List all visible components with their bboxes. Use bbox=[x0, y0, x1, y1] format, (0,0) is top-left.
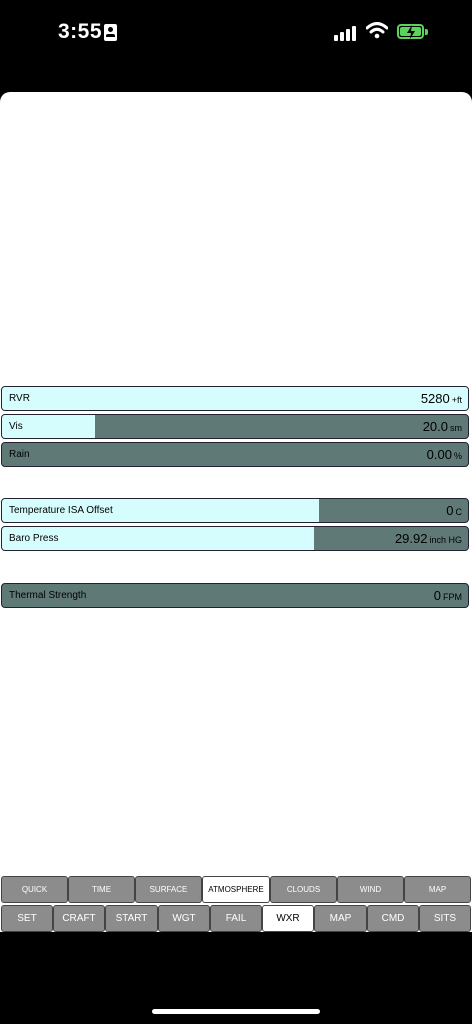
value-number: 20.0 bbox=[422, 419, 448, 434]
maintab-craft[interactable]: CRAFT bbox=[53, 905, 105, 932]
maintab-set[interactable]: SET bbox=[1, 905, 53, 932]
maintab-wxr[interactable]: WXR bbox=[262, 905, 314, 932]
home-indicator bbox=[152, 1009, 320, 1014]
subtab-surface[interactable]: SURFACE bbox=[135, 876, 202, 903]
status-bar: 3:55 bbox=[0, 0, 472, 92]
temperature-isa-offset-row[interactable]: Temperature ISA Offset 0 C bbox=[1, 498, 469, 523]
row-value: 29.92 inch HG bbox=[395, 531, 462, 546]
row-label: Temperature ISA Offset bbox=[9, 505, 113, 516]
maintab-sits[interactable]: SITS bbox=[419, 905, 471, 932]
row-label: Baro Press bbox=[9, 533, 59, 544]
value-unit: +ft bbox=[451, 395, 462, 405]
wifi-icon bbox=[366, 22, 388, 39]
row-label: Thermal Strength bbox=[9, 590, 87, 601]
value-number: 29.92 bbox=[394, 531, 428, 546]
value-unit: FPM bbox=[443, 592, 462, 602]
baro-press-row[interactable]: Baro Press 29.92 inch HG bbox=[1, 526, 469, 551]
row-label: Rain bbox=[9, 449, 30, 460]
value-unit: sm bbox=[450, 423, 462, 433]
maintab-cmd[interactable]: CMD bbox=[367, 905, 419, 932]
maintab-start[interactable]: START bbox=[105, 905, 158, 932]
row-label: RVR bbox=[9, 393, 30, 404]
maintab-map[interactable]: MAP bbox=[314, 905, 367, 932]
subtab-atmosphere[interactable]: ATMOSPHERE bbox=[202, 876, 270, 903]
row-value: 20.0 sm bbox=[423, 419, 462, 434]
contact-card-icon bbox=[104, 24, 117, 41]
rain-row[interactable]: Rain 0.00% bbox=[1, 442, 469, 467]
subtab-map[interactable]: MAP bbox=[404, 876, 471, 903]
value-number: 0 bbox=[433, 588, 441, 603]
value-unit: % bbox=[453, 451, 462, 461]
subtab-quick[interactable]: QUICK bbox=[1, 876, 68, 903]
battery-charging-icon bbox=[397, 24, 424, 39]
subtab-wind[interactable]: WIND bbox=[337, 876, 404, 903]
subtab-time[interactable]: TIME bbox=[68, 876, 135, 903]
vis-row[interactable]: Vis 20.0 sm bbox=[1, 414, 469, 439]
sub-tab-bar: QUICK TIME SURFACE ATMOSPHERE CLOUDS WIND MAP bbox=[0, 876, 472, 903]
main-tab-bar: SET CRAFT START WGT FAIL WXR MAP CMD SITS bbox=[0, 905, 472, 932]
slider-fill bbox=[2, 387, 468, 410]
value-number: 0 bbox=[446, 503, 454, 518]
value-unit: inch HG bbox=[429, 535, 462, 545]
value-unit: C bbox=[455, 507, 463, 517]
thermal-strength-row[interactable]: Thermal Strength 0 FPM bbox=[1, 583, 469, 608]
cellular-signal-icon bbox=[334, 25, 360, 41]
maintab-fail[interactable]: FAIL bbox=[210, 905, 262, 932]
value-number: 0.00 bbox=[426, 447, 452, 462]
maintab-wgt[interactable]: WGT bbox=[158, 905, 210, 932]
status-time: 3:55 bbox=[58, 20, 103, 43]
subtab-clouds[interactable]: CLOUDS bbox=[270, 876, 337, 903]
row-label: Vis bbox=[9, 421, 23, 432]
value-number: 5280 bbox=[420, 391, 450, 406]
row-value: 5280 +ft bbox=[421, 391, 462, 406]
battery-tip bbox=[425, 29, 428, 35]
app-screen: RVR 5280 +ft Vis 20.0 sm Rain 0.00% Temperature … bbox=[0, 92, 472, 932]
row-value: 0.00% bbox=[427, 447, 462, 462]
row-value: 0 FPM bbox=[434, 588, 462, 603]
rvr-row[interactable]: RVR 5280 +ft bbox=[1, 386, 469, 411]
row-value: 0C bbox=[446, 503, 462, 518]
